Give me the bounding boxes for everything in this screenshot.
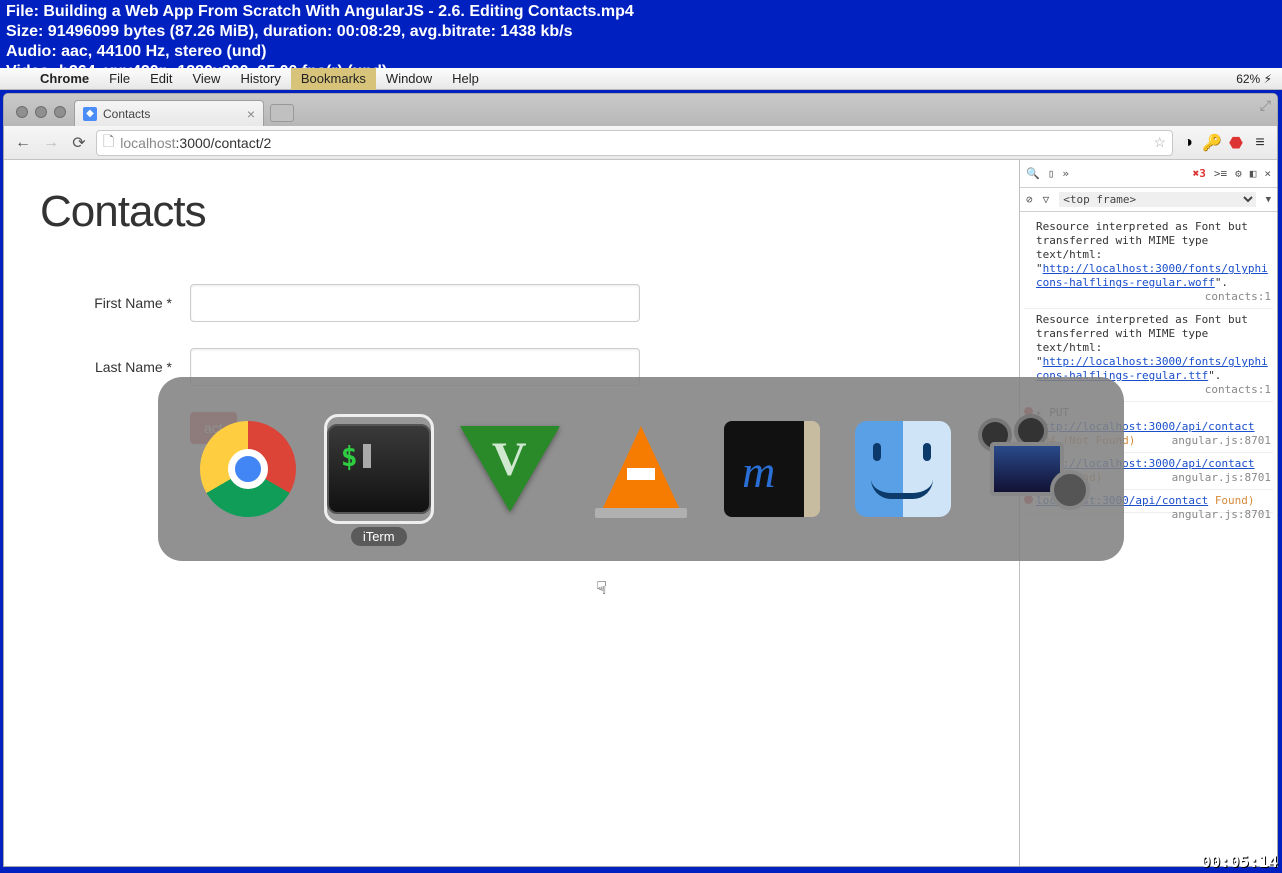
- console-source[interactable]: angular.js:8701: [1172, 434, 1271, 448]
- switcher-selected-label: iTerm: [351, 527, 407, 546]
- chrome-icon: [200, 421, 296, 517]
- tab-strip: ◆ Contacts ×: [4, 94, 1277, 126]
- bookmark-star-icon[interactable]: ☆: [1153, 134, 1166, 151]
- dock-icon[interactable]: ◧: [1250, 167, 1257, 180]
- menu-file[interactable]: File: [99, 68, 140, 90]
- dropdown-chevron-icon[interactable]: ▼: [1266, 195, 1271, 205]
- playback-timestamp: 00:05:14: [1201, 852, 1278, 871]
- vlc-icon: [601, 426, 681, 512]
- finder-icon: [855, 421, 951, 517]
- first-name-label: First Name *: [40, 295, 190, 311]
- menu-edit[interactable]: Edit: [140, 68, 182, 90]
- reload-button[interactable]: ⟳: [68, 132, 90, 154]
- adblock-icon[interactable]: ⬣: [1227, 134, 1245, 152]
- device-icon[interactable]: ▯: [1048, 167, 1055, 180]
- minimize-window-icon[interactable]: [35, 106, 47, 118]
- clear-console-icon[interactable]: ⊘: [1026, 193, 1033, 206]
- quicktime-icon: [984, 424, 1084, 514]
- url-host: localhost: [120, 135, 175, 151]
- vim-icon: [460, 426, 560, 512]
- switcher-app-macvim[interactable]: [450, 414, 570, 524]
- back-button[interactable]: ←: [12, 132, 34, 154]
- browser-tab[interactable]: ◆ Contacts ×: [74, 100, 264, 126]
- menu-help[interactable]: Help: [442, 68, 489, 90]
- menu-bookmarks[interactable]: Bookmarks: [291, 68, 376, 90]
- close-window-icon[interactable]: [16, 106, 28, 118]
- traffic-lights[interactable]: [8, 106, 74, 126]
- tab-title: Contacts: [103, 107, 150, 121]
- address-bar[interactable]: 🗋 localhost:3000/contact/2 ☆: [96, 130, 1173, 156]
- new-tab-button[interactable]: [270, 104, 294, 122]
- zoom-window-icon[interactable]: [54, 106, 66, 118]
- notes-icon: [724, 421, 820, 517]
- console-source[interactable]: angular.js:8701: [1172, 508, 1271, 522]
- battery-status: 62% ⚡︎: [1226, 72, 1282, 86]
- mac-menubar: Chrome File Edit View History Bookmarks …: [0, 68, 1282, 90]
- console-link[interactable]: http://localhost:3000/fonts/glyphicons-h…: [1036, 262, 1268, 289]
- site-info-icon[interactable]: 🗋: [103, 131, 114, 155]
- switcher-app-notes[interactable]: [712, 414, 832, 524]
- switcher-app-iterm[interactable]: iTerm: [319, 414, 439, 524]
- menu-history[interactable]: History: [230, 68, 290, 90]
- console-filter-bar: ⊘ ▽ <top frame> ▼: [1020, 188, 1277, 212]
- devtools-toolbar: 🔍 ▯ » ✖3 >≡ ⚙ ◧ ×: [1020, 160, 1277, 188]
- filter-icon[interactable]: ▽: [1043, 193, 1050, 206]
- browser-toolbar: ← → ⟳ 🗋 localhost:3000/contact/2 ☆ ◑ 🔑 ⬣…: [4, 126, 1277, 160]
- first-name-input[interactable]: [190, 284, 640, 322]
- close-devtools-icon[interactable]: ×: [1264, 167, 1271, 180]
- app-switcher[interactable]: iTerm: [158, 377, 1124, 561]
- frame-selector[interactable]: <top frame>: [1059, 192, 1255, 207]
- chrome-menu-icon[interactable]: ≡: [1251, 134, 1269, 152]
- iterm-icon: [327, 424, 431, 514]
- app-name[interactable]: Chrome: [30, 71, 99, 86]
- switcher-app-vlc[interactable]: [581, 414, 701, 524]
- extension-key-icon[interactable]: 🔑: [1203, 134, 1221, 152]
- forward-button[interactable]: →: [40, 132, 62, 154]
- extension-icon[interactable]: ◑: [1179, 134, 1197, 152]
- fullscreen-icon[interactable]: ⤢: [1260, 97, 1271, 114]
- console-source[interactable]: contacts:1: [1036, 290, 1271, 304]
- switcher-app-finder[interactable]: [843, 414, 963, 524]
- switcher-app-chrome[interactable]: [188, 414, 308, 524]
- switcher-app-quicktime[interactable]: [974, 414, 1094, 524]
- favicon-icon: ◆: [83, 107, 97, 121]
- drawer-icon[interactable]: >≡: [1214, 167, 1227, 180]
- console-message: Resource interpreted as Font but transfe…: [1024, 216, 1273, 309]
- close-tab-icon[interactable]: ×: [247, 106, 255, 122]
- settings-gear-icon[interactable]: ⚙: [1235, 167, 1242, 180]
- menu-window[interactable]: Window: [376, 68, 442, 90]
- console-source[interactable]: angular.js:8701: [1172, 471, 1271, 485]
- search-icon[interactable]: 🔍: [1026, 167, 1040, 180]
- last-name-label: Last Name *: [40, 359, 190, 375]
- more-tabs-icon[interactable]: »: [1062, 167, 1069, 180]
- menu-view[interactable]: View: [182, 68, 230, 90]
- url-path: :3000/contact/2: [176, 135, 272, 151]
- error-badge[interactable]: ✖3: [1193, 167, 1206, 180]
- page-title: Contacts: [40, 190, 983, 234]
